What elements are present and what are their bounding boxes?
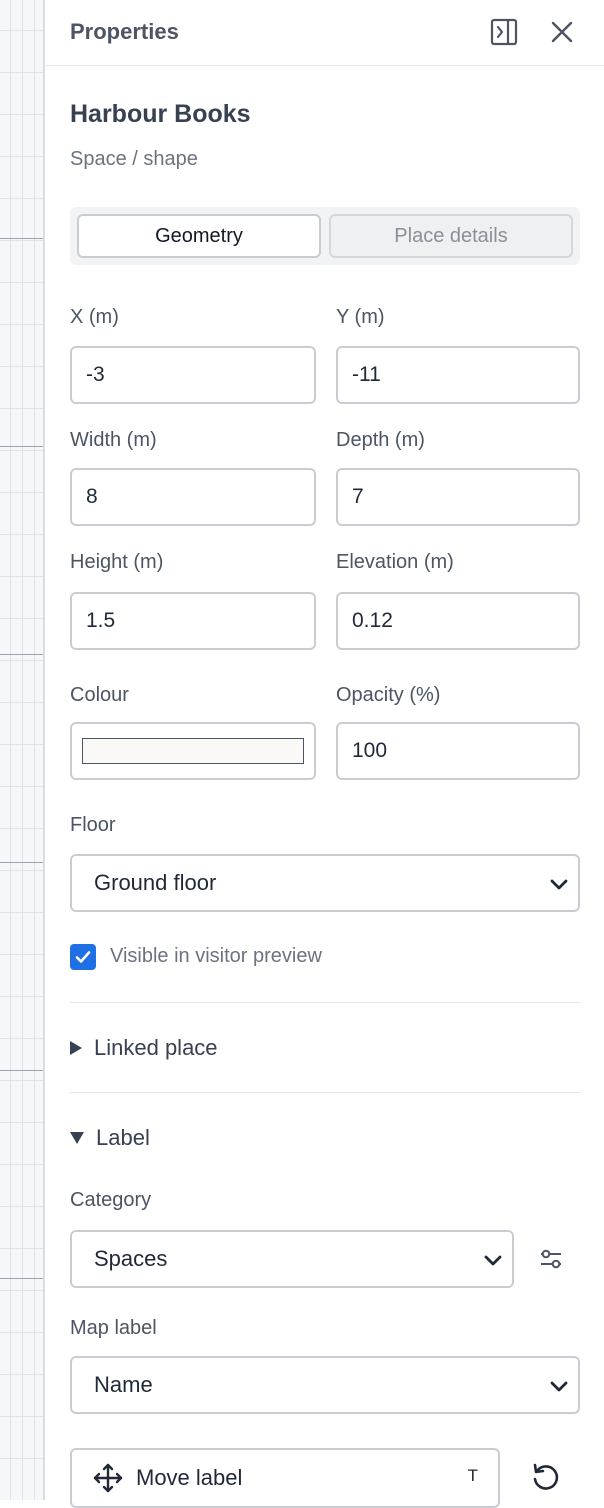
properties-panel: Properties Harbour Books Space / shape G… xyxy=(46,0,604,1508)
category-select[interactable]: Spaces xyxy=(70,1230,514,1288)
floor-select[interactable]: Ground floor xyxy=(70,854,580,912)
place-name: Harbour Books xyxy=(70,100,251,128)
grid-line xyxy=(0,862,43,863)
chevron-down-icon xyxy=(484,1255,502,1266)
elevation-label: Elevation (m) xyxy=(336,551,454,573)
colour-picker[interactable] xyxy=(70,722,316,780)
grid-line xyxy=(0,446,43,447)
map-label-label: Map label xyxy=(70,1317,157,1339)
chevron-down-icon xyxy=(550,1381,568,1392)
x-label: X (m) xyxy=(70,306,119,328)
x-input[interactable] xyxy=(70,346,316,404)
colour-label: Colour xyxy=(70,684,129,706)
colour-swatch xyxy=(82,738,304,764)
grid-line xyxy=(0,238,43,239)
width-label: Width (m) xyxy=(70,429,157,451)
tab-bar: Geometry Place details xyxy=(70,207,580,265)
linked-place-toggle[interactable]: Linked place xyxy=(70,1035,218,1061)
grid-line xyxy=(0,1278,43,1279)
tab-place-details[interactable]: Place details xyxy=(329,214,573,258)
visible-preview-checkbox[interactable] xyxy=(70,944,96,970)
linked-place-heading: Linked place xyxy=(94,1035,218,1060)
category-select-value: Spaces xyxy=(94,1246,168,1271)
floor-label: Floor xyxy=(70,814,116,836)
close-icon xyxy=(551,21,573,43)
width-input[interactable] xyxy=(70,468,316,526)
map-label-select-value: Name xyxy=(94,1372,153,1397)
divider xyxy=(70,1092,580,1093)
move-label-shortcut: T xyxy=(467,1466,478,1485)
height-input[interactable] xyxy=(70,592,316,650)
chevron-down-icon xyxy=(550,879,568,890)
label-section-heading: Label xyxy=(96,1125,150,1150)
category-label: Category xyxy=(70,1189,152,1211)
depth-input[interactable] xyxy=(336,468,580,526)
y-input[interactable] xyxy=(336,346,580,404)
triangle-down-icon xyxy=(70,1132,84,1144)
divider xyxy=(70,1002,580,1003)
floor-select-value: Ground floor xyxy=(94,870,217,895)
visible-preview-label: Visible in visitor preview xyxy=(110,945,322,967)
place-type: Space / shape xyxy=(70,148,198,170)
tab-geometry[interactable]: Geometry xyxy=(77,214,321,258)
map-canvas-edge[interactable] xyxy=(0,0,45,1500)
reset-icon xyxy=(533,1463,559,1490)
y-label: Y (m) xyxy=(336,306,385,328)
reset-label-button[interactable] xyxy=(526,1458,566,1498)
close-panel-button[interactable] xyxy=(545,15,579,49)
checkmark-icon xyxy=(75,951,91,963)
panel-header: Properties xyxy=(46,0,604,66)
sliders-icon xyxy=(541,1249,561,1269)
move-label-button[interactable]: Move label T xyxy=(70,1448,500,1508)
triangle-right-icon xyxy=(70,1041,82,1055)
opacity-label: Opacity (%) xyxy=(336,684,441,706)
elevation-input[interactable] xyxy=(336,592,580,650)
map-label-select[interactable]: Name xyxy=(70,1356,580,1414)
category-settings-button[interactable] xyxy=(534,1242,568,1276)
height-label: Height (m) xyxy=(70,551,164,573)
opacity-input[interactable] xyxy=(336,722,580,780)
depth-label: Depth (m) xyxy=(336,429,425,451)
move-arrows-icon xyxy=(93,1463,123,1493)
dock-panel-button[interactable] xyxy=(487,15,521,49)
move-label-text: Move label xyxy=(136,1465,243,1490)
grid-line xyxy=(0,654,43,655)
sidebar-toggle-icon xyxy=(490,18,518,46)
label-section-toggle[interactable]: Label xyxy=(70,1125,150,1151)
panel-title: Properties xyxy=(70,19,179,44)
grid-line xyxy=(0,1070,43,1071)
